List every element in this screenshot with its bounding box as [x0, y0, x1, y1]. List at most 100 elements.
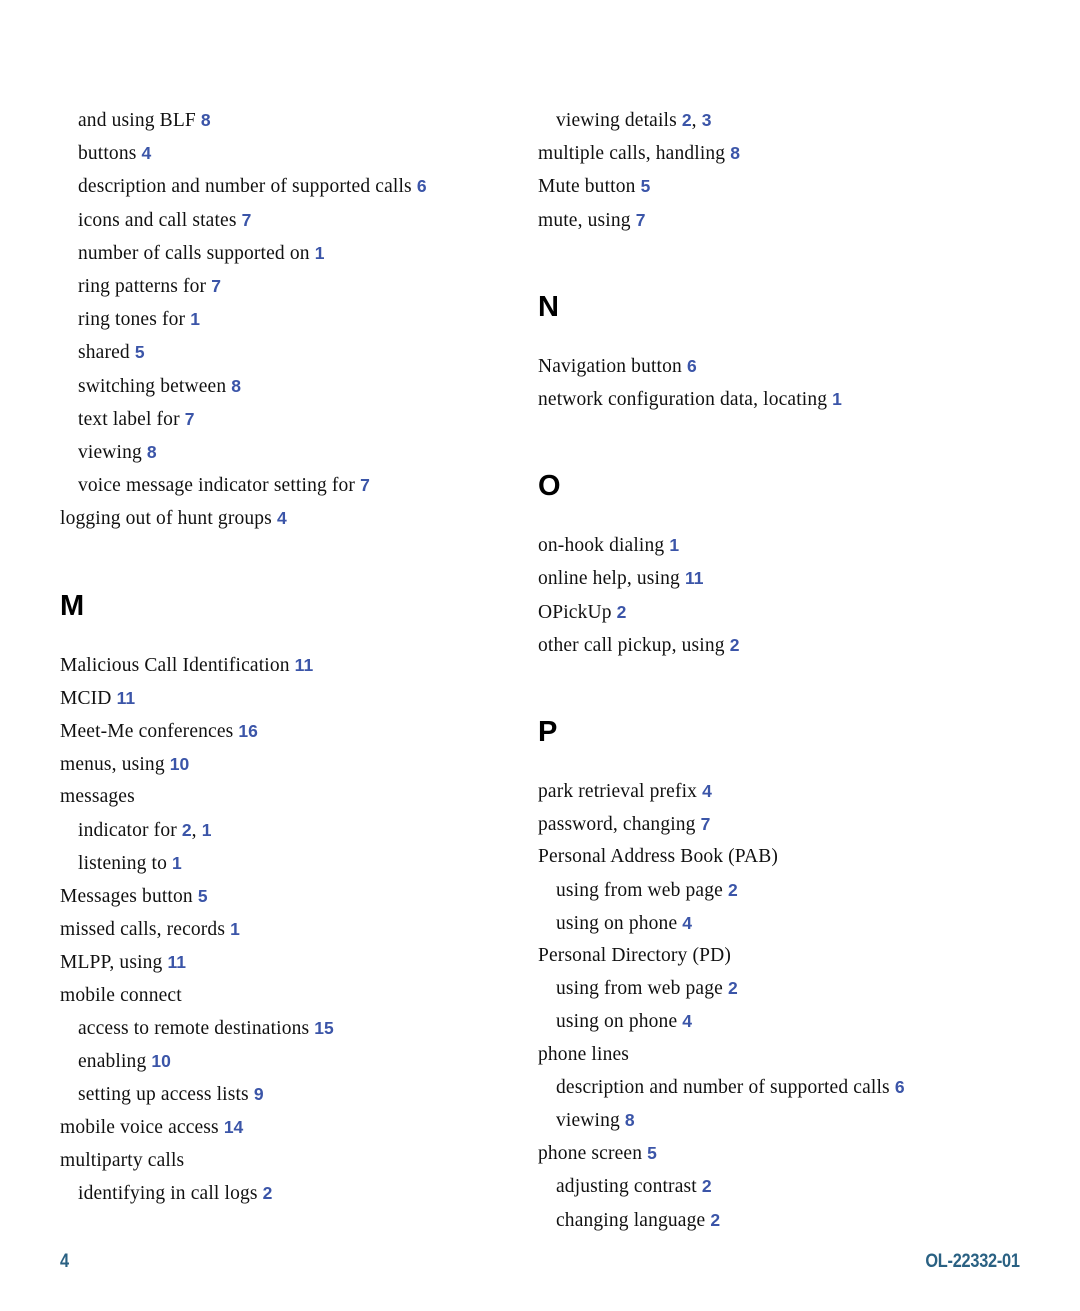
page-reference[interactable]: 8: [231, 376, 241, 396]
index-entry-references: 9: [249, 1084, 264, 1105]
index-entry-references: 1: [185, 309, 200, 330]
page-reference[interactable]: 3: [702, 110, 712, 130]
index-entry-references: 11: [680, 568, 704, 589]
letter-heading-block: O: [538, 416, 1008, 529]
index-entry: identifying in call logs 2: [60, 1177, 510, 1210]
index-entry: Meet-Me conferences 16: [60, 715, 510, 748]
page-reference[interactable]: 2: [710, 1210, 720, 1230]
index-entry-term: changing language: [556, 1209, 706, 1231]
index-entry: adjusting contrast 2: [538, 1170, 1008, 1203]
page-reference[interactable]: 8: [730, 143, 740, 163]
page-reference[interactable]: 2: [682, 110, 692, 130]
index-entry-term: buttons: [78, 143, 137, 165]
page-reference[interactable]: 8: [625, 1110, 635, 1130]
page-reference[interactable]: 6: [687, 356, 697, 376]
page-reference[interactable]: 15: [314, 1018, 333, 1038]
index-entry: MCID 11: [60, 682, 510, 715]
index-entry-term: description and number of supported call…: [556, 1076, 890, 1098]
index-entry: other call pickup, using 2: [538, 629, 1008, 662]
page-reference[interactable]: 1: [315, 243, 325, 263]
page-reference[interactable]: 11: [117, 688, 136, 708]
index-entry-term: Navigation button: [538, 355, 682, 377]
page-reference[interactable]: 16: [238, 721, 257, 741]
page-reference[interactable]: 4: [142, 143, 152, 163]
index-entry: enabling 10: [60, 1045, 510, 1078]
page-reference[interactable]: 1: [832, 389, 842, 409]
page-reference[interactable]: 7: [360, 475, 370, 495]
index-entry-term: adjusting contrast: [556, 1176, 697, 1198]
index-entry-term: MCID: [60, 687, 112, 709]
page-reference[interactable]: 1: [230, 919, 240, 939]
index-entry-term: mobile voice access: [60, 1117, 219, 1139]
index-entry: shared 5: [60, 336, 510, 369]
index-entry: and using BLF 8: [60, 104, 510, 137]
page-reference[interactable]: 1: [190, 309, 200, 329]
index-entry-term: OPickUp: [538, 601, 612, 623]
page-reference[interactable]: 7: [701, 814, 711, 834]
index-entry: Malicious Call Identification 11: [60, 649, 510, 682]
page-reference[interactable]: 2: [702, 1176, 712, 1196]
page-reference[interactable]: 8: [201, 110, 211, 130]
page-reference[interactable]: 8: [147, 442, 157, 462]
index-entry: voice message indicator setting for 7: [60, 469, 510, 502]
page-reference[interactable]: 2: [728, 880, 738, 900]
page-reference[interactable]: 14: [224, 1117, 243, 1137]
footer-document-id: OL-22332-01: [925, 1251, 1021, 1272]
index-entry: text label for 7: [60, 403, 510, 436]
page-reference[interactable]: 4: [277, 508, 287, 528]
index-entry-references: 7: [206, 276, 221, 297]
page-reference[interactable]: 7: [242, 210, 252, 230]
index-entry-term: phone lines: [538, 1043, 630, 1065]
index-entry: ring patterns for 7: [60, 270, 510, 303]
index-entry-term: enabling: [78, 1051, 147, 1073]
index-entry-term: description and number of supported call…: [78, 176, 412, 198]
index-entry-references: 8: [142, 442, 157, 463]
page-reference[interactable]: 11: [685, 568, 704, 588]
page-reference[interactable]: 2: [730, 635, 740, 655]
page-reference[interactable]: 11: [295, 655, 314, 675]
page-reference[interactable]: 11: [167, 952, 186, 972]
index-entry: using from web page 2: [538, 972, 1008, 1005]
page-reference[interactable]: 7: [636, 210, 646, 230]
reference-separator: ,: [691, 110, 697, 131]
index-column-right: viewing details 2, 3 multiple calls, hand…: [538, 104, 1008, 1237]
page-reference[interactable]: 7: [211, 276, 221, 296]
page-reference[interactable]: 7: [185, 409, 195, 429]
page-reference[interactable]: 5: [647, 1143, 657, 1163]
page-reference[interactable]: 4: [702, 781, 712, 801]
index-entry-term: using on phone: [556, 1011, 678, 1033]
page-reference[interactable]: 10: [170, 754, 189, 774]
page-reference[interactable]: 2: [728, 978, 738, 998]
page-reference[interactable]: 2: [182, 820, 192, 840]
page-reference[interactable]: 5: [135, 342, 145, 362]
index-entry-references: 2: [697, 1176, 712, 1197]
index-entry: ring tones for 1: [60, 303, 510, 336]
page-reference[interactable]: 4: [682, 1011, 692, 1031]
page-reference[interactable]: 6: [895, 1077, 905, 1097]
page-reference[interactable]: 4: [682, 913, 692, 933]
index-entry: menus, using 10: [60, 748, 510, 781]
index-entry-term: text label for: [78, 408, 180, 430]
letter-heading-m: M: [60, 589, 84, 622]
index-entry: mute, using 7: [538, 204, 1008, 237]
index-column-left: and using BLF 8 buttons 4 description and …: [60, 104, 510, 1210]
index-entry-references: 11: [112, 688, 136, 709]
index-entry: access to remote destinations 15: [60, 1012, 510, 1045]
page-reference[interactable]: 5: [641, 176, 651, 196]
index-entry: viewing 8: [538, 1104, 1008, 1137]
index-entry-term: Meet-Me conferences: [60, 721, 234, 743]
index-entry-term: ring patterns for: [78, 276, 207, 298]
index-entry: using on phone 4: [538, 1005, 1008, 1038]
page-reference[interactable]: 1: [202, 820, 212, 840]
page-reference[interactable]: 9: [254, 1084, 264, 1104]
page-reference[interactable]: 10: [151, 1051, 170, 1071]
page-reference[interactable]: 2: [617, 602, 627, 622]
page-reference[interactable]: 5: [198, 886, 208, 906]
index-entry-references: 7: [237, 210, 252, 231]
index-entry: MLPP, using 11: [60, 946, 510, 979]
page-reference[interactable]: 2: [263, 1183, 273, 1203]
page-reference[interactable]: 1: [172, 853, 182, 873]
page-reference[interactable]: 6: [417, 176, 427, 196]
page-reference[interactable]: 1: [669, 535, 679, 555]
index-entry-term: password, changing: [538, 814, 696, 836]
